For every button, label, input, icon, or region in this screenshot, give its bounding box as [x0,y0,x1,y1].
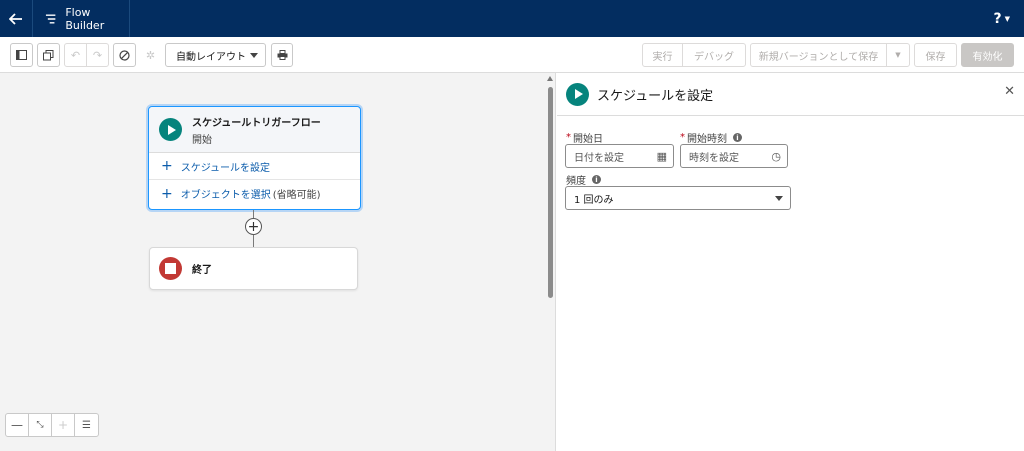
undo-icon: ↶ [70,48,81,62]
help-menu[interactable]: ? ▼ [993,11,1010,27]
zoom-in-button[interactable]: + [52,414,75,436]
layout-select-value: 自動レイアウト [176,51,246,63]
start-title: スケジュールトリガーフロー [192,117,321,129]
contract-icon: ⤡ [36,420,44,430]
errors-button[interactable] [113,43,136,67]
add-icon: + [161,158,173,174]
ban-icon [119,49,130,61]
panel-left-icon [16,50,27,60]
back-button[interactable] [0,0,33,37]
start-element-card[interactable]: スケジュールトリガーフロー 開始 + スケジュールを設定 + オブジェクトを選択… [148,106,361,210]
set-schedule-label: スケジュールを設定 [180,162,271,174]
settings-button[interactable]: ✲ [140,43,161,67]
chevron-down-icon [250,53,258,58]
start-time-input[interactable]: 時刻を設定 ◷ [680,144,788,168]
add-icon: + [161,185,173,202]
start-date-input[interactable]: 日付を設定 ▦ [565,144,674,168]
fit-view-button[interactable]: ⤡ [29,414,52,436]
set-schedule-link[interactable]: + スケジュールを設定 [149,153,360,180]
start-play-icon [159,118,182,141]
choose-object-label: オブジェクトを選択 [180,190,271,201]
toggle-toolbox-button[interactable] [10,43,33,67]
start-time-placeholder: 時刻を設定 [689,152,739,164]
choose-object-link[interactable]: + オブジェクトを選択 (省略可能) [149,180,360,207]
end-element-card[interactable]: 終了 [149,247,358,290]
app-title: Flow Builder [65,5,105,32]
optional-note: (省略可能) [272,190,321,201]
frequency-value: 1 回のみ [574,194,614,206]
print-button[interactable] [271,43,293,67]
start-date-label: * 開始日 [566,132,603,145]
plus-icon: + [247,218,260,235]
debug-button[interactable]: デバッグ [682,43,746,67]
center-view-button[interactable]: ☰ [75,414,98,436]
panel-header: スケジュールを設定 [557,73,1024,116]
connector-line [253,210,254,218]
start-time-label: * 開始時刻 i [680,130,742,145]
resource-manager-button[interactable] [37,43,60,67]
gear-icon: ✲ [145,48,156,62]
end-label: 終了 [192,265,212,276]
layout-select[interactable]: 自動レイアウト [165,43,266,67]
chevron-down-icon: ▼ [895,51,901,59]
add-element-button[interactable]: + [245,218,262,235]
close-icon[interactable]: ✕ [1004,84,1015,99]
info-icon[interactable]: i [733,133,742,142]
copy-icon [43,49,54,60]
scroll-up-icon[interactable] [547,76,553,81]
calendar-icon[interactable]: ▦ [657,150,667,163]
start-date-placeholder: 日付を設定 [574,152,624,164]
scrollbar-thumb[interactable] [548,87,553,298]
app-branding: Flow Builder [33,0,130,37]
print-icon [277,50,287,60]
connector-line [253,235,254,247]
stop-icon [159,257,182,280]
run-button[interactable]: 実行 [642,43,683,67]
save-as-new-version-button[interactable]: 新規バージョンとして保存 [750,43,887,67]
plus-icon: + [57,418,69,432]
info-icon[interactable]: i [592,175,601,184]
chevron-down-icon [775,196,783,201]
redo-button[interactable]: ↷ [86,43,109,67]
clock-icon[interactable]: ◷ [771,150,781,163]
property-editor-panel: スケジュールを設定 ✕ * 開始日 日付を設定 ▦ * 開始時刻 i 時刻を設定 ◷… [557,73,1024,451]
chevron-down-icon: ▼ [1004,15,1010,23]
minus-icon: — [11,418,23,432]
flow-icon [45,14,56,23]
start-play-icon [566,82,589,106]
start-subtitle: 開始 [192,134,212,146]
undo-button[interactable]: ↶ [64,43,87,67]
align-center-icon: ☰ [82,419,91,431]
global-header: Flow Builder ? ▼ [0,0,1024,37]
frequency-label: 頻度 i [566,172,601,187]
frequency-select[interactable]: 1 回のみ [565,186,791,210]
toolbar: ↶ ↷ ✲ 自動レイアウト 実行 デバッグ 新規バージョンとして保存 ▼ 保存 … [0,37,1024,73]
activate-button[interactable]: 有効化 [961,43,1014,67]
save-button[interactable]: 保存 [914,43,957,67]
panel-title: スケジュールを設定 [597,88,714,104]
help-icon: ? [993,11,1002,27]
start-element-header[interactable]: スケジュールトリガーフロー 開始 [149,107,360,153]
save-menu-button[interactable]: ▼ [886,43,910,67]
zoom-controls: — ⤡ + ☰ [5,413,99,437]
redo-icon: ↷ [92,48,103,62]
back-arrow-icon [9,12,22,25]
zoom-out-button[interactable]: — [6,414,29,436]
